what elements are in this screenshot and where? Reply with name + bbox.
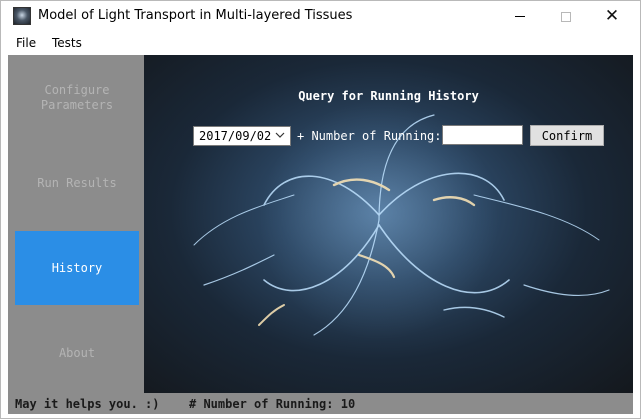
maximize-icon [561, 11, 571, 22]
chevron-down-icon [275, 132, 285, 138]
right-edge [633, 55, 640, 393]
query-title: Query for Running History [298, 89, 479, 103]
status-message: May it helps you. :) [15, 397, 160, 411]
menu-bar: File Tests [1, 32, 640, 54]
status-running-count: # Number of Running: 10 [189, 397, 356, 411]
close-icon: ✕ [604, 6, 620, 26]
status-bar: May it helps you. :) # Number of Running… [8, 393, 633, 414]
sidebar-item-label: Configure Parameters [40, 83, 114, 112]
menu-file[interactable]: File [16, 36, 36, 50]
title-bar[interactable]: Model of Light Transport in Multi-layere… [1, 1, 640, 32]
background-light-image [193, 100, 610, 340]
sidebar-item-history[interactable]: History [15, 231, 139, 305]
date-value: 2017/09/02 [199, 129, 272, 143]
minimize-button[interactable] [497, 1, 543, 32]
close-button[interactable]: ✕ [589, 1, 635, 32]
maximize-button[interactable] [543, 1, 589, 32]
number-of-running-label: + Number of Running: [297, 129, 442, 143]
sidebar-item-configure-parameters[interactable]: Configure Parameters [15, 77, 139, 119]
window-title: Model of Light Transport in Multi-layere… [38, 8, 353, 23]
sidebar-item-label: About [58, 345, 96, 360]
history-panel: Query for Running History 2017/09/02 + N… [144, 55, 633, 393]
sidebar-item-about[interactable]: About [15, 335, 139, 371]
date-select[interactable]: 2017/09/02 [193, 126, 291, 146]
sidebar-item-run-results[interactable]: Run Results [15, 163, 139, 203]
minimize-icon [515, 16, 525, 17]
sidebar: Configure Parameters Run Results History… [8, 55, 144, 393]
sidebar-item-label: Run Results [37, 175, 117, 190]
app-window: Model of Light Transport in Multi-layere… [0, 0, 641, 419]
app-icon [13, 7, 31, 25]
menu-tests[interactable]: Tests [52, 36, 82, 50]
confirm-button[interactable]: Confirm [530, 125, 604, 146]
sidebar-item-label: History [51, 260, 103, 275]
number-of-running-input[interactable] [442, 125, 523, 145]
